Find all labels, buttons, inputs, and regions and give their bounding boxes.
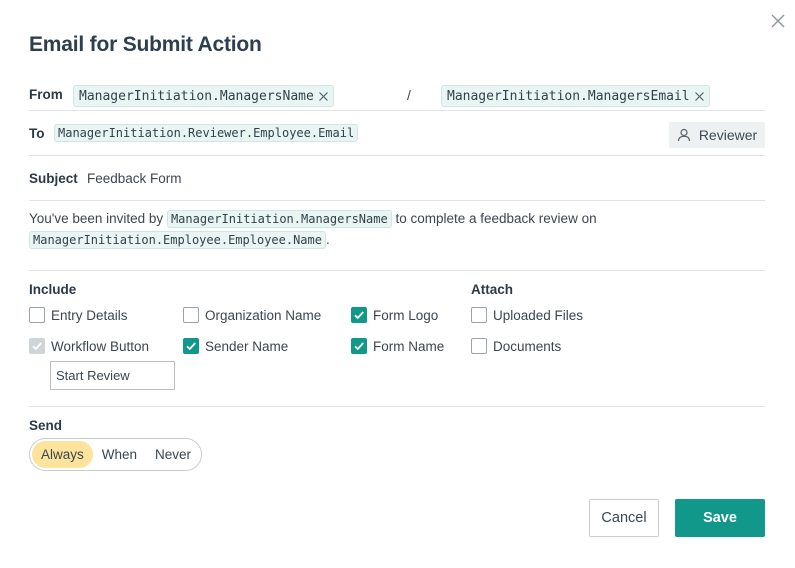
check-icon xyxy=(186,342,196,351)
workflow-button-text-input[interactable]: Start Review xyxy=(50,361,175,390)
message-token: ManagerInitiation.ManagersName xyxy=(170,211,388,226)
send-option-when[interactable]: When xyxy=(93,441,146,468)
message-text: . xyxy=(325,232,330,247)
dialog-title: Email for Submit Action xyxy=(29,33,262,56)
divider xyxy=(29,110,765,111)
checkbox-label: Uploaded Files xyxy=(493,307,584,323)
divider xyxy=(29,406,765,407)
checkbox-box[interactable] xyxy=(183,338,199,354)
divider xyxy=(29,200,765,201)
reviewer-button[interactable]: Reviewer xyxy=(669,122,765,148)
include-title: Include xyxy=(29,282,77,297)
documents-checkbox[interactable]: Documents xyxy=(471,338,561,354)
check-icon xyxy=(354,342,364,351)
workflow-button-checkbox[interactable]: Workflow Button xyxy=(29,338,149,354)
checkbox-box[interactable] xyxy=(471,338,487,354)
checkbox-label: Entry Details xyxy=(51,307,128,323)
uploaded-files-checkbox[interactable]: Uploaded Files xyxy=(471,307,583,323)
message-text: You've been invited by xyxy=(29,211,164,226)
checkbox-box[interactable] xyxy=(471,307,487,323)
attach-title: Attach xyxy=(471,282,514,297)
message-token-chip[interactable]: ManagerInitiation.ManagersName xyxy=(166,210,392,229)
divider xyxy=(29,270,765,271)
cancel-button[interactable]: Cancel xyxy=(589,499,659,537)
remove-icon[interactable] xyxy=(694,91,705,102)
checkbox-label: Workflow Button xyxy=(51,338,150,354)
message-token-chip[interactable]: ManagerInitiation.Employee.Employee.Name xyxy=(29,231,326,250)
send-option-always[interactable]: Always xyxy=(32,441,93,468)
form-logo-checkbox[interactable]: Form Logo xyxy=(351,307,438,323)
checkbox-label: Organization Name xyxy=(205,307,322,323)
checkbox-box[interactable] xyxy=(29,307,45,323)
message-token: ManagerInitiation.Employee.Employee.Name xyxy=(33,232,322,247)
entry-details-checkbox[interactable]: Entry Details xyxy=(29,307,128,323)
message-body[interactable]: You've been invited by ManagerInitiation… xyxy=(29,208,765,250)
to-token-chip[interactable]: ManagerInitiation.Reviewer.Employee.Emai… xyxy=(54,124,359,142)
subject-value[interactable]: Feedback Form xyxy=(87,171,182,186)
from-name-chip[interactable]: ManagerInitiation.ManagersName xyxy=(73,85,334,107)
checkbox-label: Form Logo xyxy=(373,307,439,323)
check-icon xyxy=(32,342,42,351)
workflow-button-text: Start Review xyxy=(56,368,130,383)
reviewer-button-label: Reviewer xyxy=(698,127,758,143)
send-segmented-control: Always When Never xyxy=(29,438,202,471)
divider xyxy=(29,155,765,156)
from-name-token: ManagerInitiation.ManagersName xyxy=(79,88,314,104)
close-icon[interactable] xyxy=(769,12,787,30)
checkbox-box[interactable] xyxy=(183,307,199,323)
send-option-never[interactable]: Never xyxy=(146,441,200,468)
from-label: From xyxy=(29,87,63,102)
save-button[interactable]: Save xyxy=(675,499,765,537)
subject-label: Subject xyxy=(29,171,78,186)
sender-name-checkbox[interactable]: Sender Name xyxy=(183,338,288,354)
person-icon xyxy=(677,128,690,142)
to-label: To xyxy=(29,126,45,141)
checkbox-box[interactable] xyxy=(351,338,367,354)
from-email-chip[interactable]: ManagerInitiation.ManagersEmail xyxy=(441,85,710,107)
checkbox-label: Documents xyxy=(493,338,562,354)
checkbox-label: Sender Name xyxy=(205,338,289,354)
from-separator: / xyxy=(407,87,411,103)
checkbox-box[interactable] xyxy=(351,307,367,323)
checkbox-box[interactable] xyxy=(29,338,45,354)
remove-icon[interactable] xyxy=(318,91,329,102)
send-title: Send xyxy=(29,418,63,433)
check-icon xyxy=(354,311,364,320)
from-email-token: ManagerInitiation.ManagersEmail xyxy=(447,88,690,104)
form-name-checkbox[interactable]: Form Name xyxy=(351,338,444,354)
to-token: ManagerInitiation.Reviewer.Employee.Emai… xyxy=(58,126,355,140)
checkbox-label: Form Name xyxy=(373,338,445,354)
organization-name-checkbox[interactable]: Organization Name xyxy=(183,307,321,323)
message-text: to complete a feedback review on xyxy=(395,211,597,226)
